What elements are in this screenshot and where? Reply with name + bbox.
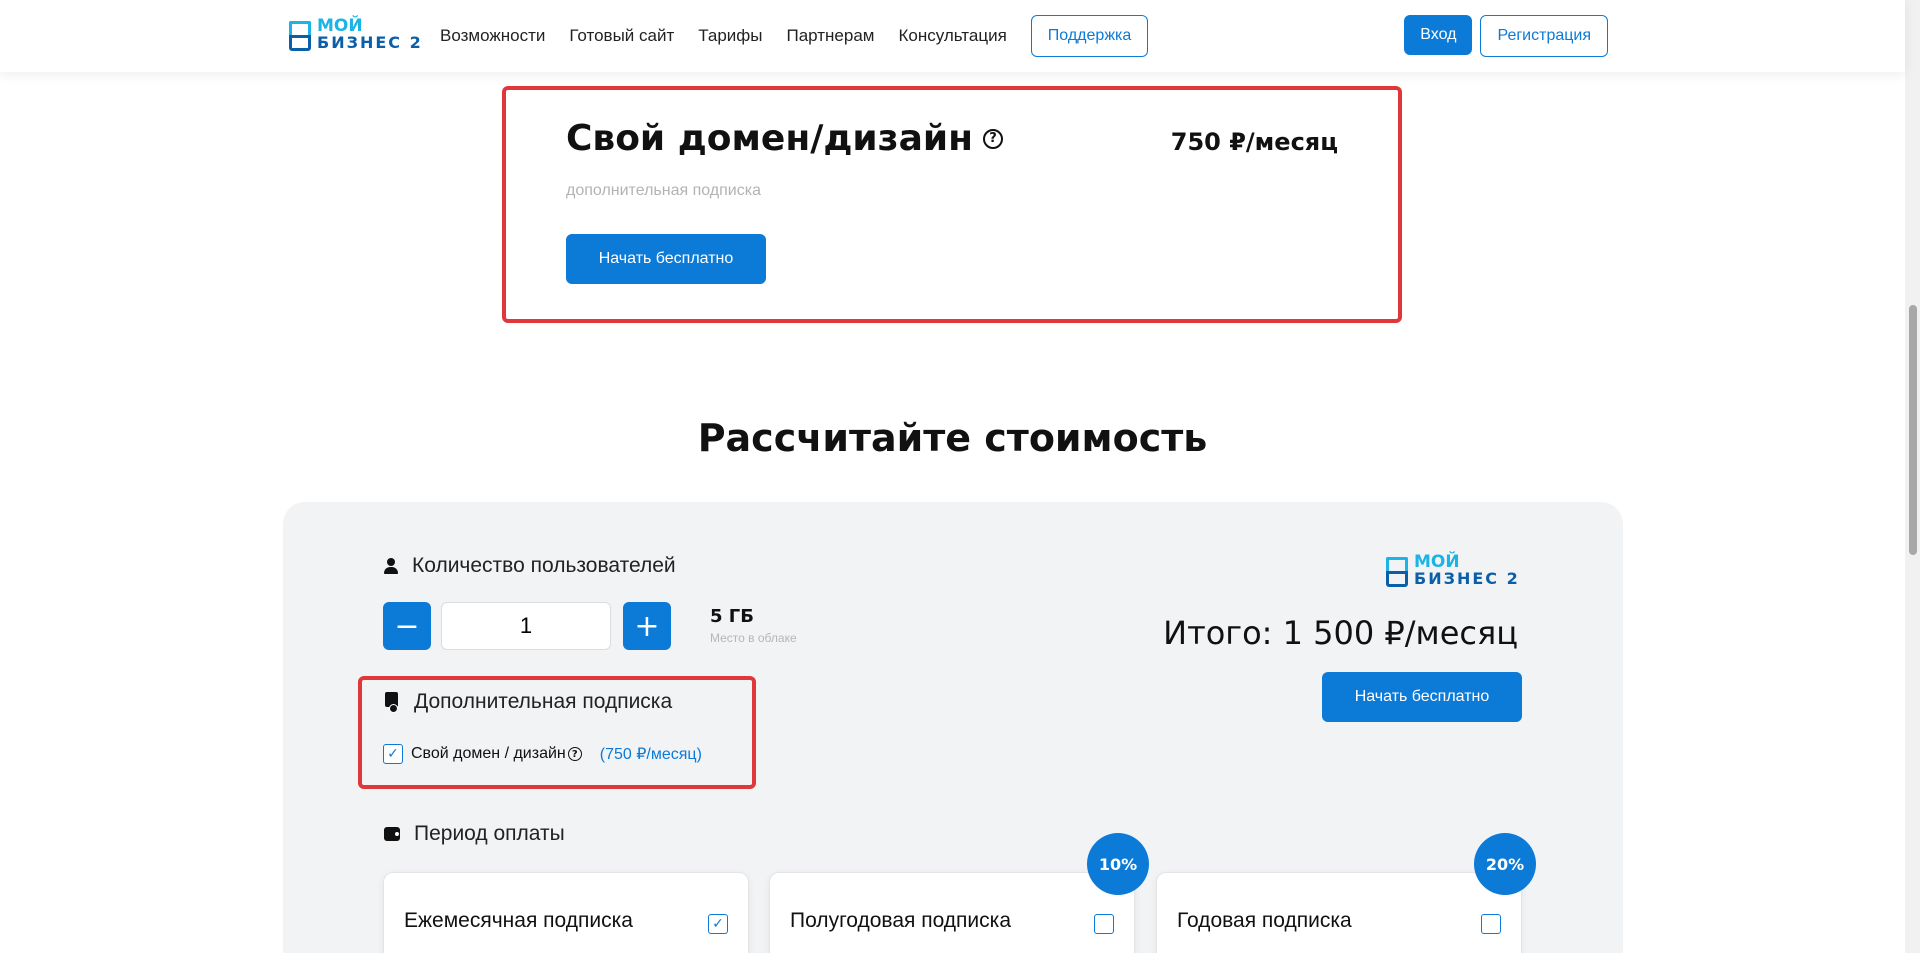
period-card-half-year[interactable]: Полугодовая подписка — [769, 872, 1135, 953]
start-free-button[interactable]: Начать бесплатно — [566, 234, 766, 284]
period-heading: Период оплаты — [384, 822, 565, 846]
nav-consultation[interactable]: Консультация — [898, 26, 1006, 46]
summary-logo: МОЙ БИЗНЕС 2 — [1386, 554, 1520, 587]
storage-info: 5 ГБ Место в облаке — [710, 606, 797, 645]
period-card-yearly[interactable]: Годовая подписка — [1156, 872, 1522, 953]
users-quantity-input[interactable] — [441, 602, 611, 650]
check-icon: ✓ — [712, 916, 724, 932]
discount-badge-half-year: 10% — [1087, 833, 1149, 895]
logo-mark-icon — [1386, 555, 1412, 587]
period-label: Период оплаты — [414, 822, 565, 845]
plan-title: Свой домен/дизайн ? — [566, 118, 1003, 159]
users-heading: Количество пользователей — [384, 554, 676, 578]
question-circle-icon[interactable]: ? — [567, 747, 582, 761]
addon-heading: Дополнительная подписка — [384, 690, 672, 714]
document-icon — [384, 692, 400, 713]
check-icon: ✓ — [387, 746, 399, 762]
addon-checkbox[interactable]: ✓ — [383, 744, 403, 764]
logo-text-line2: БИЗНЕС 2 — [1414, 569, 1520, 588]
plan-price: 750 ₽/месяц — [1170, 128, 1338, 156]
plan-title-text: Свой домен/дизайн — [566, 118, 973, 159]
question-circle-icon[interactable]: ? — [982, 128, 1003, 149]
user-icon — [384, 558, 398, 574]
decrease-users-button[interactable]: − — [383, 602, 431, 650]
period-checkbox-monthly[interactable]: ✓ — [708, 914, 728, 934]
total-price: Итого: 1 500 ₽/месяц — [1163, 614, 1518, 652]
storage-label: Место в облаке — [710, 631, 797, 645]
discount-badge-yearly: 20% — [1474, 833, 1536, 895]
addon-option-label: Свой домен / дизайн — [411, 745, 566, 762]
nav-partners[interactable]: Партнерам — [787, 26, 875, 46]
period-option-label: Полугодовая подписка — [790, 909, 1011, 932]
plan-subtitle: дополнительная подписка — [566, 182, 761, 199]
support-button[interactable]: Поддержка — [1030, 15, 1149, 57]
main-nav: Возможности Готовый сайт Тарифы Партнера… — [440, 0, 1149, 72]
period-option-label: Ежемесячная подписка — [404, 909, 633, 932]
increase-users-button[interactable]: + — [623, 602, 671, 650]
register-button[interactable]: Регистрация — [1480, 15, 1608, 57]
site-header: МОЙ БИЗНЕС 2 Возможности Готовый сайт Та… — [0, 0, 1905, 72]
wallet-icon — [384, 827, 400, 841]
storage-value: 5 ГБ — [710, 606, 754, 627]
plan-card-custom-domain: Свой домен/дизайн ? 750 ₽/месяц дополнит… — [502, 86, 1402, 323]
page-scrollbar[interactable] — [1905, 0, 1920, 953]
users-label: Количество пользователей — [412, 554, 676, 577]
nav-ready-site[interactable]: Готовый сайт — [569, 26, 674, 46]
logo-mark-icon — [289, 19, 315, 51]
nav-pricing[interactable]: Тарифы — [698, 26, 762, 46]
period-option-label: Годовая подписка — [1177, 909, 1352, 932]
addon-label: Дополнительная подписка — [414, 690, 673, 713]
calculator-title: Рассчитайте стоимость — [697, 416, 1208, 460]
nav-features[interactable]: Возможности — [440, 26, 545, 46]
logo-text-line2: БИЗНЕС 2 — [317, 33, 423, 52]
summary-start-free-button[interactable]: Начать бесплатно — [1322, 672, 1522, 722]
addon-option[interactable]: ✓ Свой домен / дизайн ? (750 ₽/месяц) — [383, 744, 702, 764]
period-checkbox-half-year[interactable] — [1094, 914, 1114, 934]
login-button[interactable]: Вход — [1404, 15, 1473, 55]
addon-option-price: (750 ₽/месяц) — [599, 746, 702, 763]
period-checkbox-yearly[interactable] — [1481, 914, 1501, 934]
period-card-monthly[interactable]: Ежемесячная подписка ✓ — [383, 872, 749, 953]
brand-logo[interactable]: МОЙ БИЗНЕС 2 — [289, 18, 423, 51]
scrollbar-thumb[interactable] — [1909, 305, 1917, 555]
